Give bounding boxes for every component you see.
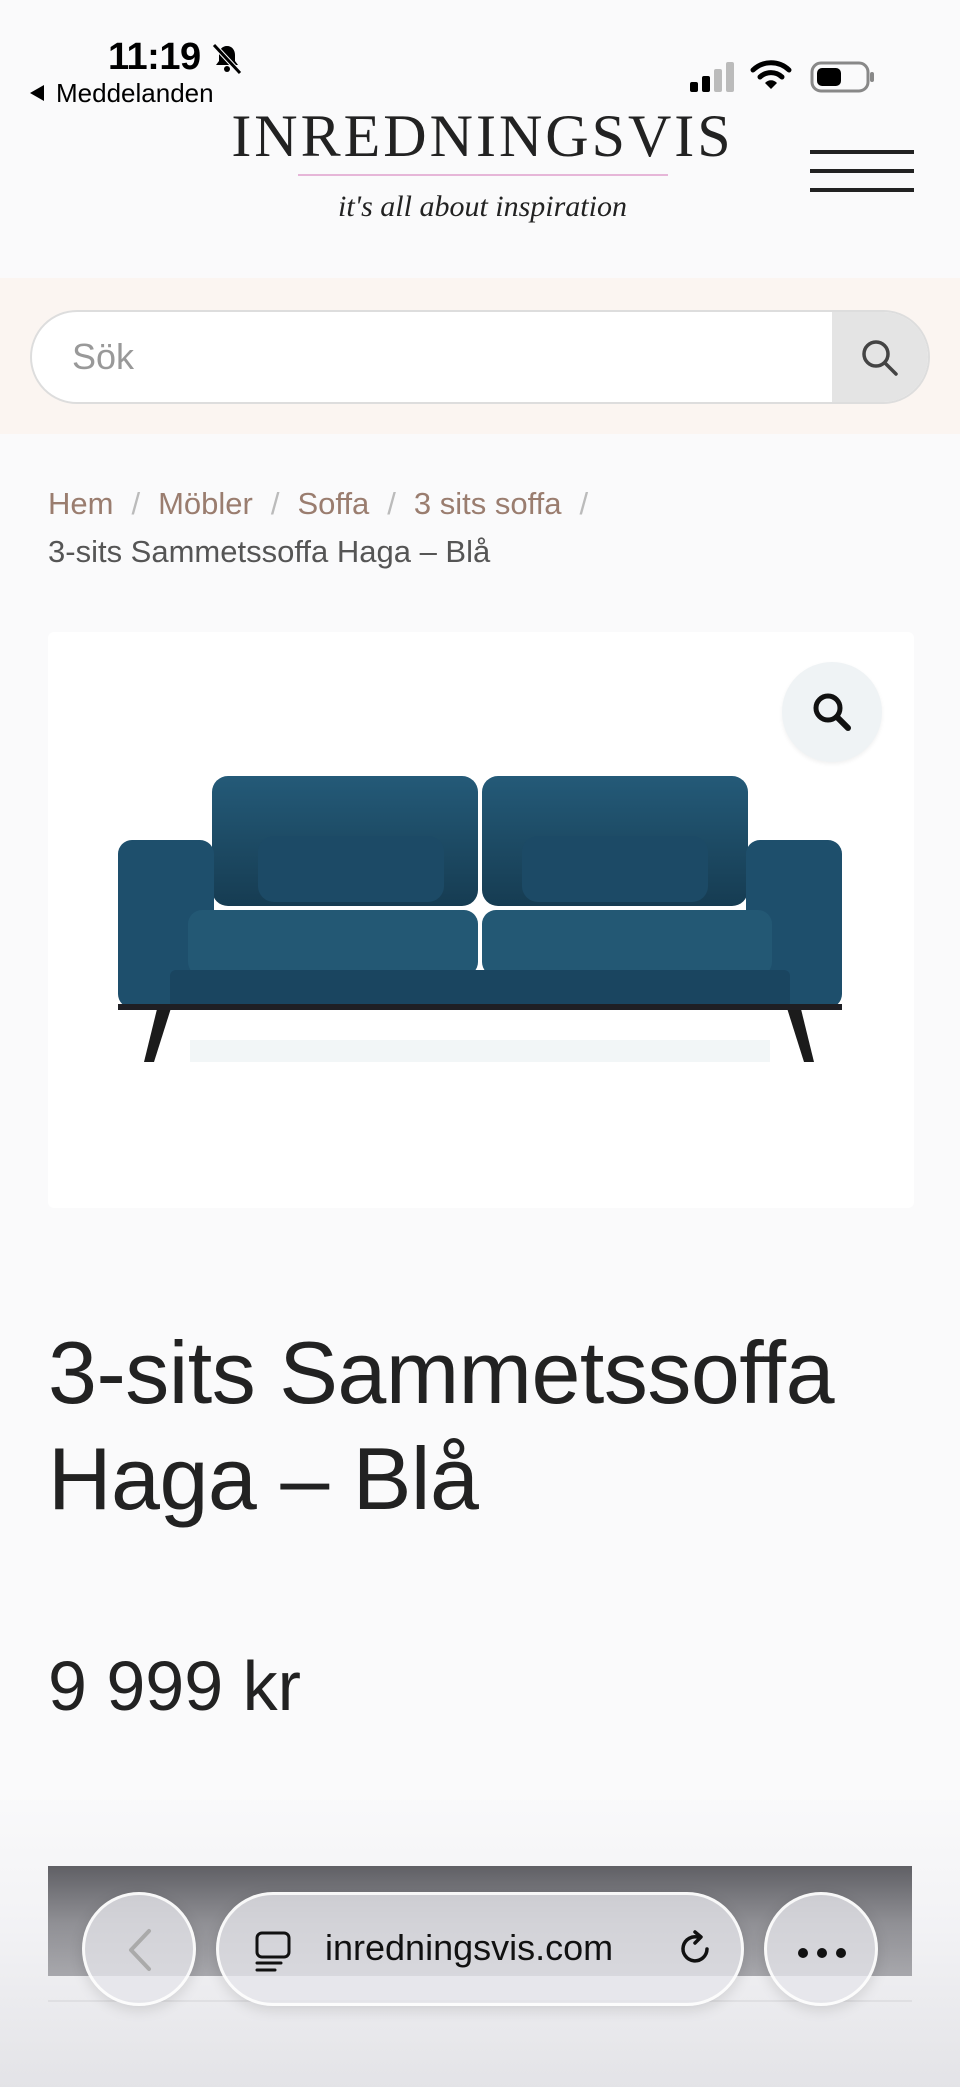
breadcrumb-mobler[interactable]: Möbler [158, 486, 253, 521]
bell-muted-icon [212, 43, 242, 75]
tabs-icon [255, 1931, 291, 1972]
search-input[interactable] [32, 312, 832, 402]
wifi-icon [750, 60, 792, 89]
zoom-button[interactable] [782, 662, 882, 762]
site-logo-tagline: it's all about inspiration [338, 190, 627, 223]
breadcrumb-soffa[interactable]: Soffa [297, 486, 369, 521]
search-button[interactable] [832, 312, 928, 402]
breadcrumb-separator: / [579, 486, 589, 521]
breadcrumb-current: 3-sits Sammetssoffa Haga – Blå [48, 534, 491, 569]
back-to-app-link[interactable]: Meddelanden [30, 78, 214, 109]
product-price: 9 999 kr [48, 1647, 301, 1725]
breadcrumb-home[interactable]: Hem [48, 486, 113, 521]
breadcrumb-separator: / [387, 486, 396, 521]
breadcrumb: Hem / Möbler / Soffa / 3 sits soffa / 3-sits Sa… [48, 480, 928, 576]
browser-back-button[interactable] [82, 1892, 196, 2006]
battery-icon [810, 61, 874, 93]
status-time: 11:19 [108, 36, 201, 78]
address-url: inredningsvis.com [325, 1927, 614, 1968]
search-icon [862, 340, 898, 376]
breadcrumb-3-sits-soffa[interactable]: 3 sits soffa [414, 486, 562, 521]
site-logo-title[interactable]: INREDNINGSVIS [230, 102, 735, 171]
search-form [30, 310, 930, 404]
cellular-signal-icon [690, 62, 734, 92]
product-sofa-image[interactable] [110, 760, 850, 1070]
breadcrumb-separator: / [131, 486, 141, 521]
address-bar[interactable]: inredningsvis.com [216, 1892, 744, 2006]
logo-divider [298, 174, 668, 176]
more-dots-icon[interactable] [764, 1892, 878, 2006]
chevron-left-icon [129, 1929, 151, 1971]
hamburger-menu-icon[interactable] [810, 148, 914, 194]
reload-icon[interactable] [673, 1927, 717, 1971]
magnifier-icon [813, 693, 851, 731]
back-triangle-icon [30, 85, 44, 101]
product-title: 3-sits Sammetssoffa Haga – Blå [48, 1323, 835, 1528]
back-app-label: Meddelanden [56, 78, 214, 108]
breadcrumb-separator: / [270, 486, 280, 521]
